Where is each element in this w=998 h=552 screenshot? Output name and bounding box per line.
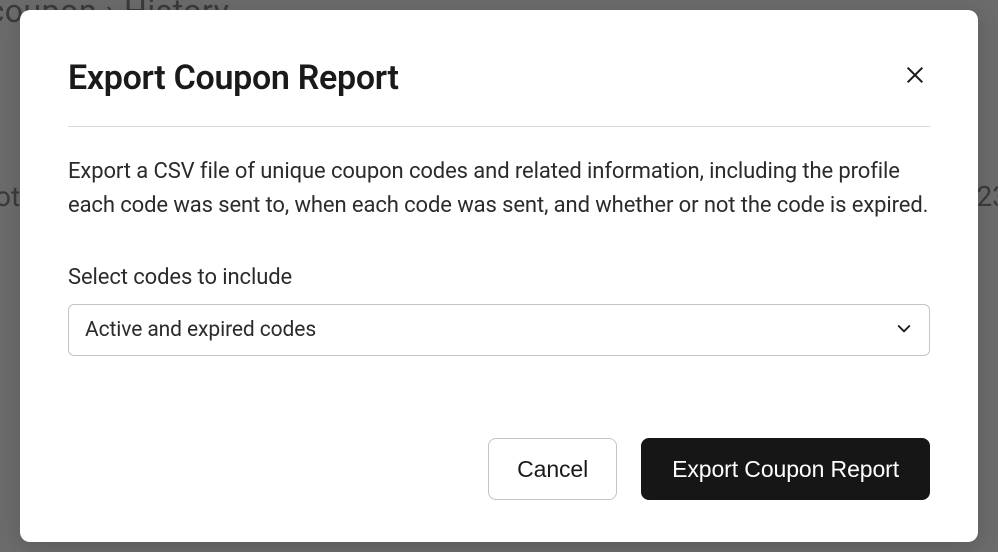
modal-body: Export a CSV file of unique coupon codes… xyxy=(68,127,930,438)
codes-select-wrap: Active and expired codes xyxy=(68,304,930,356)
close-button[interactable] xyxy=(900,60,930,93)
modal-title: Export Coupon Report xyxy=(68,58,399,98)
export-button[interactable]: Export Coupon Report xyxy=(641,438,930,500)
modal-header: Export Coupon Report xyxy=(68,58,930,127)
modal-description: Export a CSV file of unique coupon codes… xyxy=(68,155,930,223)
select-label: Select codes to include xyxy=(68,265,930,290)
background-text-left: ot xyxy=(0,180,20,213)
background-text-right: 23 xyxy=(977,180,998,213)
cancel-button[interactable]: Cancel xyxy=(488,438,617,500)
codes-select[interactable]: Active and expired codes xyxy=(68,304,930,356)
export-coupon-modal: Export Coupon Report Export a CSV file o… xyxy=(20,10,978,542)
close-icon xyxy=(904,64,926,89)
modal-footer: Cancel Export Coupon Report xyxy=(68,438,930,500)
codes-select-value: Active and expired codes xyxy=(85,318,316,342)
